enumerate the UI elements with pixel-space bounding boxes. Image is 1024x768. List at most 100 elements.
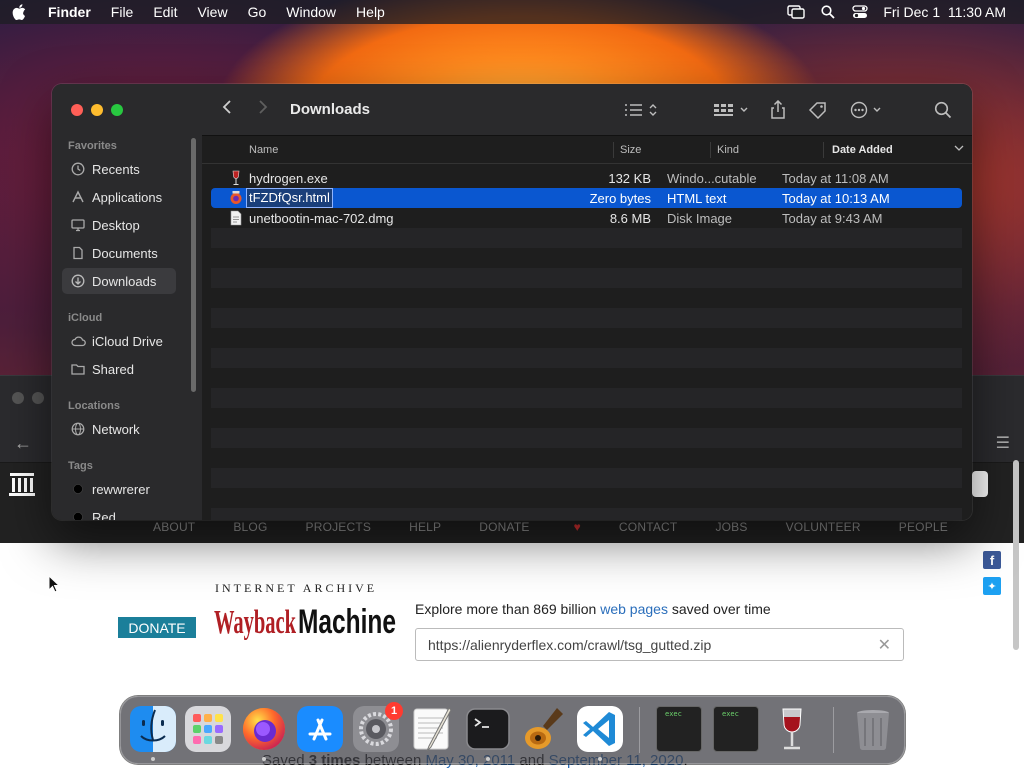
sidebar-scrollbar[interactable] — [191, 138, 196, 392]
menu-help[interactable]: Help — [346, 4, 395, 20]
nav-jobs[interactable]: JOBS — [715, 520, 747, 534]
firefox-icon[interactable] — [241, 706, 287, 752]
document-icon — [70, 245, 86, 261]
nav-volunteer[interactable]: VOLUNTEER — [786, 520, 861, 534]
download-icon — [70, 273, 86, 289]
column-divider[interactable] — [710, 142, 711, 158]
trash-icon[interactable] — [850, 706, 896, 752]
dock-separator — [833, 707, 834, 753]
browser-hamburger-menu-icon[interactable]: ☰ — [996, 433, 1010, 453]
spotlight-search-icon[interactable] — [819, 5, 837, 19]
sidebar-tag-rewwrerer[interactable]: rewwrerer — [62, 476, 176, 502]
minimize-button[interactable] — [91, 104, 103, 116]
file-row-tfzdfqsr-html[interactable]: tFZDfQsr.html Zero bytes HTML text Today… — [211, 188, 962, 208]
app-store-icon[interactable] — [297, 706, 343, 752]
search-icon[interactable] — [934, 100, 952, 120]
sidebar-item-icloud-drive[interactable]: iCloud Drive — [62, 328, 176, 354]
nav-people[interactable]: PEOPLE — [899, 520, 948, 534]
column-header-kind[interactable]: Kind — [717, 144, 739, 156]
sidebar-item-documents[interactable]: Documents — [62, 240, 176, 266]
nav-contact[interactable]: CONTACT — [619, 520, 678, 534]
browser-minimize-button[interactable] — [32, 392, 44, 404]
page-scrollbar-thumb[interactable] — [1013, 460, 1019, 650]
header-search-field[interactable] — [972, 471, 988, 497]
launchpad-icon[interactable] — [185, 706, 231, 752]
forward-chevron-icon[interactable] — [258, 99, 268, 120]
file-kind: Windo...cutable — [667, 171, 757, 186]
menu-file[interactable]: File — [101, 4, 144, 20]
page-scrollbar[interactable] — [1012, 460, 1020, 650]
close-button[interactable] — [71, 104, 83, 116]
sidebar-item-downloads[interactable]: Downloads — [62, 268, 176, 294]
exec-window-icon[interactable]: exec — [713, 706, 759, 752]
nav-projects[interactable]: PROJECTS — [306, 520, 372, 534]
apple-menu-icon[interactable] — [12, 4, 38, 20]
textedit-icon[interactable] — [409, 706, 455, 752]
menu-view[interactable]: View — [187, 4, 237, 20]
menu-go[interactable]: Go — [238, 4, 277, 20]
file-kind: Disk Image — [667, 211, 733, 226]
column-header-name[interactable]: Name — [249, 144, 278, 156]
browser-back-arrow-icon[interactable]: ← — [14, 433, 32, 454]
exec-window-icon[interactable]: exec — [656, 706, 702, 752]
column-header-date-added[interactable]: Date Added — [832, 144, 893, 156]
nav-blog[interactable]: BLOG — [233, 520, 267, 534]
donate-button[interactable]: DONATE — [118, 617, 196, 638]
wine-icon[interactable] — [769, 706, 815, 752]
file-name-rename-field[interactable]: tFZDfQsr.html — [246, 188, 333, 208]
menu-app-finder[interactable]: Finder — [38, 4, 101, 20]
column-divider[interactable] — [613, 142, 614, 158]
wayback-url-input[interactable]: https://alienryderflex.com/crawl/tsg_gut… — [415, 628, 904, 661]
finder-icon[interactable] — [130, 706, 176, 752]
sidebar-item-recents[interactable]: Recents — [62, 156, 176, 182]
nav-donate-label: DONATE — [479, 520, 530, 534]
dock-separator — [639, 707, 640, 753]
menu-window[interactable]: Window — [276, 4, 346, 20]
share-icon[interactable] — [770, 100, 786, 120]
file-size: Zero bytes — [589, 191, 651, 206]
running-indicator — [598, 757, 602, 761]
twitter-icon[interactable]: ✦ — [983, 577, 1001, 595]
sidebar-section-locations: Locations — [68, 400, 120, 412]
internet-archive-building-icon[interactable] — [8, 469, 36, 497]
menu-edit[interactable]: Edit — [143, 4, 187, 20]
wayback-machine-logo[interactable]: Wayback Machine — [214, 597, 398, 649]
sidebar-item-label: Applications — [92, 189, 163, 205]
sidebar-section-icloud: iCloud — [68, 312, 103, 324]
nav-donate[interactable]: DONATE ♥ — [479, 520, 581, 534]
column-header-size[interactable]: Size — [620, 144, 641, 156]
sidebar-item-network[interactable]: Network — [62, 416, 176, 442]
menu-bar: Finder File Edit View Go Window Help Fri… — [0, 0, 1024, 24]
terminal-icon[interactable] — [465, 706, 511, 752]
sidebar-item-applications[interactable]: Applications — [62, 184, 176, 210]
file-row-hydrogen-exe[interactable]: hydrogen.exe 132 KB Windo...cutable Toda… — [211, 168, 962, 188]
explore-suffix: saved over time — [667, 601, 771, 617]
sidebar-item-label: Shared — [92, 361, 134, 377]
finder-toolbar: Downloads — [202, 84, 972, 136]
list-view-icon[interactable] — [624, 100, 658, 120]
disk-image-file-icon — [230, 210, 242, 226]
facebook-icon[interactable]: f — [983, 551, 1001, 569]
browser-close-button[interactable] — [12, 392, 24, 404]
back-chevron-icon[interactable] — [222, 99, 232, 120]
clear-input-icon[interactable]: ✕ — [878, 635, 891, 655]
web-pages-link[interactable]: web pages — [600, 601, 668, 617]
sidebar-tag-red[interactable]: Red — [62, 504, 176, 520]
nav-help[interactable]: HELP — [409, 520, 441, 534]
sidebar-item-desktop[interactable]: Desktop — [62, 212, 176, 238]
zoom-button[interactable] — [111, 104, 123, 116]
tag-icon[interactable] — [808, 100, 828, 120]
control-center-icon[interactable] — [851, 5, 869, 19]
group-grid-icon[interactable] — [714, 100, 750, 120]
more-actions-icon[interactable] — [850, 100, 886, 120]
empty-row — [211, 388, 962, 408]
file-row-unetbootin-dmg[interactable]: unetbootin-mac-702.dmg 8.6 MB Disk Image… — [211, 208, 962, 228]
screen-mirroring-icon[interactable] — [787, 5, 806, 19]
garageband-icon[interactable] — [521, 706, 567, 752]
menu-bar-clock[interactable]: Fri Dec 1 11:30 AM — [883, 4, 1006, 20]
column-divider[interactable] — [823, 142, 824, 158]
sort-chevron-down-icon[interactable] — [954, 143, 964, 155]
vscode-icon[interactable] — [577, 706, 623, 752]
nav-about[interactable]: ABOUT — [153, 520, 195, 534]
sidebar-item-shared[interactable]: Shared — [62, 356, 176, 382]
